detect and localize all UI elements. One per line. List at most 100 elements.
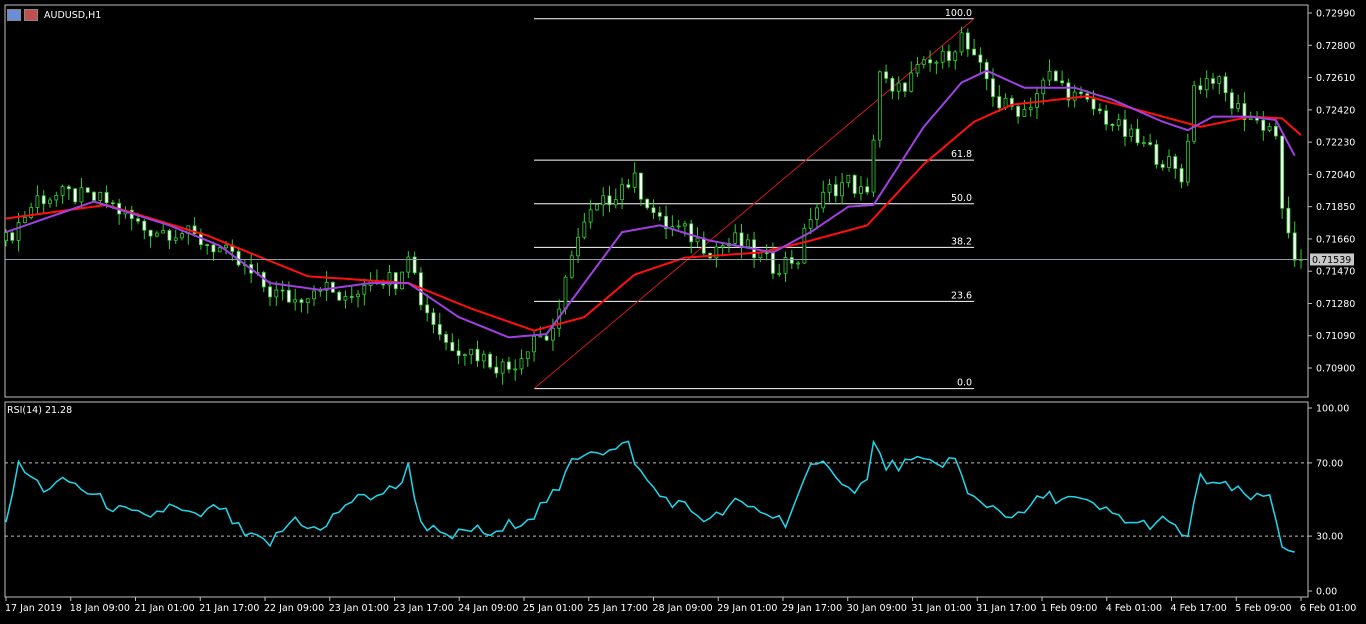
candle-body — [991, 78, 995, 98]
candle — [1280, 135, 1285, 219]
candle-body — [802, 227, 807, 264]
candle — [626, 179, 631, 190]
candle-body — [1267, 125, 1272, 131]
candle-body — [400, 271, 404, 290]
candle-body — [475, 348, 480, 362]
candle-body — [356, 293, 360, 298]
candle-body — [613, 199, 618, 206]
time-tick-label: 4 Feb 01:00 — [1106, 603, 1162, 614]
candle-body — [827, 184, 832, 193]
candle — [154, 230, 159, 238]
candle-body — [444, 333, 448, 343]
candle-body — [104, 192, 109, 204]
candle-body — [1273, 125, 1278, 137]
candle — [657, 206, 662, 221]
candle-body — [1091, 98, 1096, 110]
price-tick-label: 0.72040 — [1316, 170, 1355, 181]
candle-body — [959, 32, 964, 53]
candle-body — [626, 184, 631, 188]
candle-body — [1154, 144, 1159, 165]
candle — [1185, 133, 1190, 186]
candle-body — [1198, 85, 1203, 91]
candle — [714, 240, 719, 268]
candle-body — [877, 71, 882, 141]
candle-body — [73, 188, 78, 203]
candle — [186, 225, 191, 245]
time-tick-label: 21 Jan 01:00 — [135, 603, 195, 614]
candle — [984, 59, 989, 91]
candle — [1028, 97, 1033, 117]
candle — [947, 44, 951, 68]
candle — [1179, 163, 1184, 189]
price-tick-label: 0.71660 — [1316, 234, 1355, 245]
candle-body — [1135, 128, 1140, 144]
candle-body — [1217, 76, 1222, 84]
candle-body — [620, 184, 624, 201]
candle — [859, 175, 863, 201]
candle-body — [884, 71, 888, 79]
rsi-label: RSI(14) 21.28 — [7, 405, 72, 416]
candle-body — [576, 236, 580, 257]
candle-body — [1053, 70, 1058, 82]
candle-body — [456, 350, 461, 356]
candle-body — [808, 219, 813, 229]
candle-body — [48, 199, 52, 205]
candle — [268, 280, 272, 307]
candle — [1292, 221, 1297, 267]
candle-body — [4, 232, 8, 242]
chart-canvas[interactable]: 100.0 61.8 50.0 38.2 23.6 0.0 0.71539 0.72990 0… — [0, 0, 1366, 621]
rsi-tick-label: 100.00 — [1316, 404, 1349, 415]
candle-body — [41, 195, 46, 205]
candle — [613, 188, 618, 209]
candle — [1267, 122, 1272, 133]
candle-body — [538, 335, 543, 338]
candle — [896, 76, 901, 100]
candle — [54, 191, 59, 207]
candle — [167, 228, 172, 250]
candle — [1261, 111, 1266, 141]
candle — [1154, 139, 1159, 169]
candle — [846, 174, 851, 188]
candle — [1211, 72, 1215, 90]
candle-body — [821, 191, 826, 209]
candle-body — [85, 187, 90, 193]
candle — [1135, 118, 1140, 146]
fib-level-label: 50.0 — [951, 193, 972, 204]
candle-body — [745, 239, 750, 248]
candle — [444, 331, 448, 351]
candle-body — [98, 192, 103, 201]
candle-body — [224, 244, 228, 249]
candle-body — [488, 353, 492, 368]
candle — [796, 260, 800, 270]
candle — [488, 351, 492, 370]
candle — [305, 298, 310, 314]
candle-body — [683, 223, 687, 227]
candle — [1053, 69, 1058, 82]
candle — [324, 271, 329, 302]
candle — [745, 233, 750, 249]
candle — [664, 205, 668, 239]
candle-body — [595, 204, 599, 211]
candle-body — [953, 51, 958, 61]
fib-level-label: 61.8 — [951, 149, 972, 160]
candle — [500, 358, 505, 385]
time-tick-label: 24 Jan 09:00 — [458, 603, 518, 614]
candle-body — [66, 186, 71, 190]
candle — [965, 28, 970, 57]
candle-body — [632, 172, 637, 188]
price-tick-label: 0.72990 — [1316, 9, 1355, 20]
candle — [833, 176, 838, 203]
candle-body — [551, 327, 555, 341]
candle-body — [1173, 156, 1178, 169]
candle — [1242, 92, 1247, 132]
candle — [73, 187, 78, 205]
time-tick-label: 31 Jan 17:00 — [976, 603, 1036, 614]
chart-window[interactable]: 100.0 61.8 50.0 38.2 23.6 0.0 0.71539 0.72990 0… — [0, 0, 1366, 621]
candle-body — [896, 82, 901, 92]
rsi-frame — [4, 401, 1309, 598]
candle-body — [500, 361, 505, 374]
candle — [676, 219, 681, 230]
candle — [1160, 160, 1165, 171]
candle — [192, 217, 197, 237]
candle-body — [1129, 128, 1134, 137]
